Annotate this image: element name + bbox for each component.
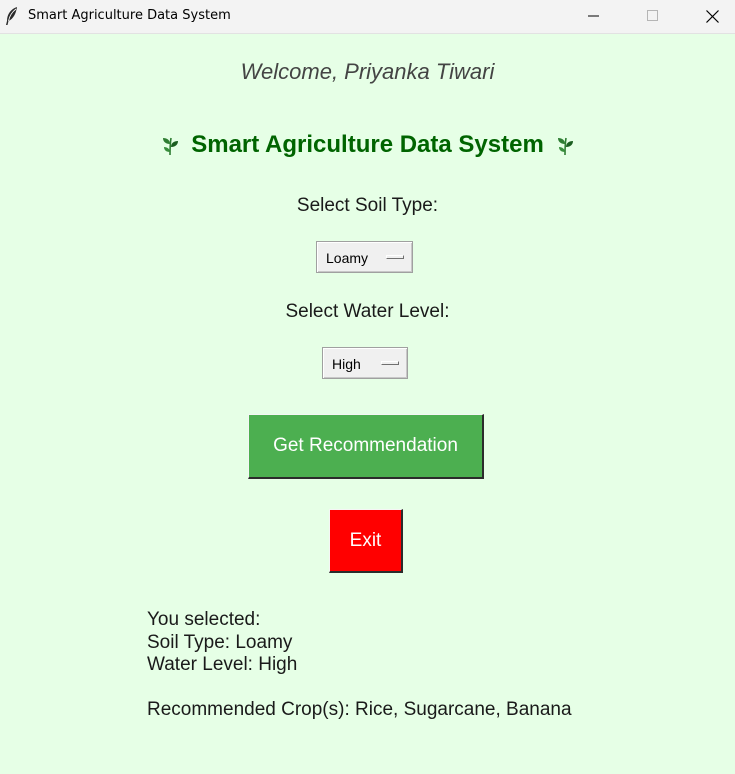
- dropdown-indicator-icon: [381, 361, 399, 365]
- water-level-value: High: [332, 356, 361, 372]
- welcome-message: Welcome, Priyanka Tiwari: [240, 59, 495, 84]
- water-level-dropdown[interactable]: High: [322, 347, 408, 379]
- leaf-icon: [557, 137, 573, 155]
- result-soil-type: Soil Type: Loamy: [147, 631, 293, 653]
- feather-icon: [6, 7, 17, 25]
- result-panel: You selected: Soil Type: Loamy Water Lev…: [147, 609, 572, 722]
- result-recommended-crops: Recommended Crop(s): Rice, Sugarcane, Ba…: [147, 699, 572, 720]
- dropdown-indicator-icon: [386, 255, 404, 259]
- leaf-icon: [163, 137, 179, 155]
- soil-type-label: Select Soil Type:: [296, 195, 439, 216]
- close-button[interactable]: [689, 0, 735, 33]
- result-heading: You selected:: [147, 609, 261, 630]
- app-window: Smart Agriculture Data System Welcome, P…: [0, 0, 735, 774]
- water-level-label: Select Water Level:: [285, 301, 450, 322]
- maximize-icon: [647, 10, 658, 21]
- close-icon: [706, 10, 719, 23]
- page-title-text: Smart Agriculture Data System: [191, 131, 544, 158]
- minimize-icon: [588, 15, 599, 17]
- title-bar[interactable]: Smart Agriculture Data System: [0, 0, 735, 34]
- maximize-button[interactable]: [630, 0, 676, 33]
- soil-type-dropdown[interactable]: Loamy: [316, 241, 413, 273]
- result-spacer: [147, 677, 572, 700]
- get-recommendation-button[interactable]: Get Recommendation: [248, 414, 484, 479]
- window-title: Smart Agriculture Data System: [28, 8, 231, 23]
- page-title: Smart Agriculture Data System: [0, 131, 735, 159]
- result-water-level: Water Level: High: [147, 654, 298, 675]
- soil-type-value: Loamy: [326, 250, 369, 266]
- minimize-button[interactable]: [571, 0, 617, 33]
- exit-button[interactable]: Exit: [329, 509, 403, 573]
